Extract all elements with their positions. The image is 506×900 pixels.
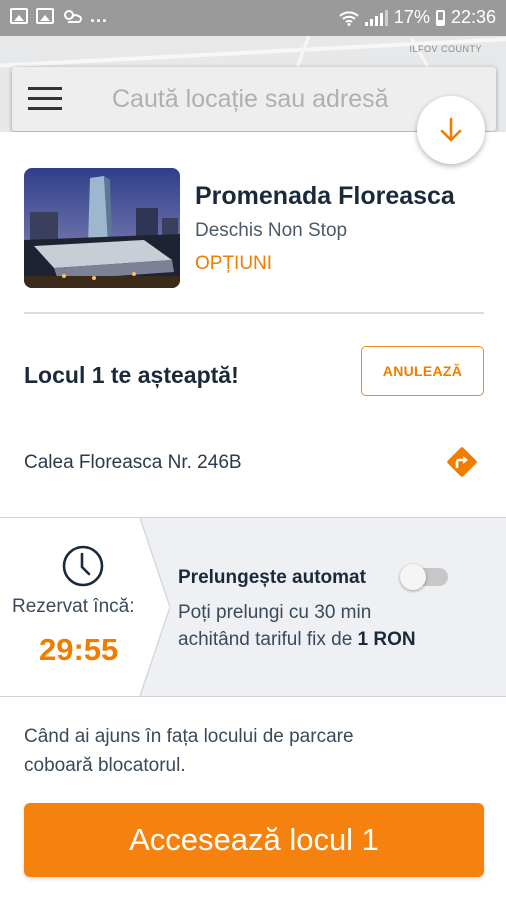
clock-icon (62, 545, 104, 587)
system-icons: 17% 22:36 (339, 7, 496, 28)
directions-icon[interactable] (444, 444, 480, 480)
instruction-line1: Când ai ajuns în fața locului de parcare (24, 726, 354, 747)
toggle-knob (400, 564, 426, 590)
menu-icon[interactable] (28, 87, 62, 111)
arrow-down-icon (440, 117, 462, 142)
clock-time: 22:36 (450, 7, 496, 27)
weather-notification-icon (64, 10, 82, 23)
auto-extend-label: Prelungește automat (178, 567, 366, 588)
divider (24, 312, 484, 314)
instruction-line2: coboară blocatorul. (24, 755, 186, 776)
collapse-panel-button[interactable] (417, 96, 485, 164)
battery-percent: 17% (393, 7, 430, 27)
auto-extend-toggle[interactable] (400, 564, 448, 590)
map-region-label: ILFOV COUNTY (409, 44, 482, 54)
extend-info-line2: achitând tariful fix de 1 RON (178, 629, 416, 651)
wifi-icon (339, 10, 359, 26)
extend-price: 1 RON (357, 629, 416, 650)
notification-icons: ... (10, 6, 109, 26)
options-link[interactable]: OPȚIUNI (195, 253, 272, 275)
location-hours: Deschis Non Stop (195, 220, 348, 241)
spot-waiting-message: Locul 1 te așteaptă! (24, 362, 239, 388)
status-bar: ... 17% 22:36 (0, 0, 506, 36)
battery-icon (435, 9, 445, 26)
cancel-button[interactable]: ANULEAZĂ (361, 346, 484, 396)
access-spot-button[interactable]: Accesează locul 1 (24, 803, 484, 877)
countdown-timer: 29:55 (39, 632, 119, 667)
reserved-label: Rezervat încă: (12, 596, 135, 617)
location-name: Promenada Floreasca (195, 182, 455, 210)
location-photo (24, 168, 180, 288)
image-notification-icon (10, 8, 28, 24)
signal-icon (364, 9, 388, 26)
more-notifications: ... (90, 6, 109, 26)
extend-info-line1: Poți prelungi cu 30 min (178, 602, 372, 623)
location-address: Calea Floreasca Nr. 246B (24, 452, 242, 473)
search-input[interactable] (112, 85, 452, 114)
extend-info-text: achitând tariful fix de (178, 629, 353, 650)
gallery-notification-icon (36, 8, 54, 24)
